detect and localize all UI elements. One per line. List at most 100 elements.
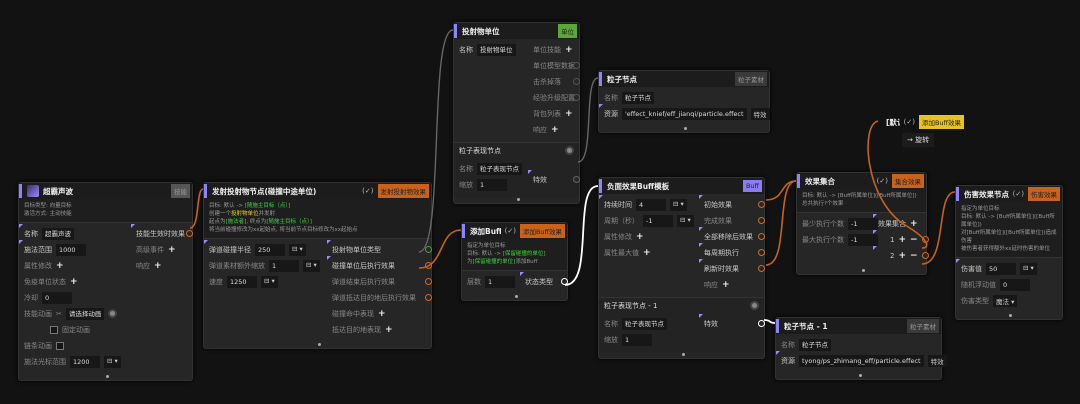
output-port[interactable] (573, 176, 580, 183)
value-input[interactable]: 250 (255, 243, 285, 256)
unit-dropdown[interactable]: ⊟ ▾ (289, 243, 306, 256)
output-port[interactable] (758, 265, 765, 272)
add-icon[interactable]: + (70, 277, 78, 286)
output-port[interactable] (921, 236, 929, 243)
output-port[interactable] (425, 246, 432, 253)
remove-icon[interactable]: − (910, 251, 918, 260)
node-h[interactable]: 效果集合 (✓) 集合效果 目标: 默认 -> [Buff所属单位]([Buff所属单… (796, 172, 929, 275)
node-header[interactable]: 负面效果Buff模板 Buff (599, 178, 764, 194)
node-header[interactable]: 效果集合 (✓) 集合效果 (797, 173, 926, 189)
node-resize-handle[interactable] (204, 342, 431, 348)
node-resize-handle[interactable] (776, 373, 941, 379)
enabled-check[interactable]: (✓) (505, 227, 516, 235)
output-port[interactable] (758, 217, 765, 224)
node-e[interactable]: 添加Buff节点 (✓)添加Buff效果指定为单位目标目标: 默认 -> [保留碰… (461, 222, 568, 301)
node-resize-handle[interactable] (599, 352, 764, 358)
value-input[interactable]: -1 (643, 214, 673, 227)
enabled-check[interactable]: (✓) (877, 177, 888, 185)
value-input[interactable]: 超霸声波 (42, 227, 74, 240)
add-icon[interactable]: + (565, 45, 573, 54)
select-animation-button[interactable]: 请选择动画 (65, 307, 105, 320)
node-g[interactable]: 粒子节点 - 1 粒子素材 名称 粒子节点 资源 tyong/ps_zhimang_eff… (775, 317, 947, 380)
value-input[interactable]: 50 (986, 262, 1016, 275)
checkbox[interactable] (56, 341, 64, 350)
value-input[interactable]: 1 (622, 333, 652, 346)
output-port[interactable] (758, 249, 765, 256)
output-port[interactable] (758, 320, 765, 327)
value-input[interactable]: 粒子表现节点 (622, 317, 667, 330)
add-icon[interactable]: + (898, 251, 906, 260)
unit-dropdown[interactable]: ⊟ ▾ (1020, 262, 1037, 275)
value-input[interactable]: 'effect_knief/eff_jianqi/particle.effect (622, 107, 747, 120)
node-header[interactable]: 投射物单位 单位 (454, 23, 579, 39)
add-icon[interactable]: + (643, 248, 651, 257)
node-d[interactable]: 粒子节点 粒子素材 名称 粒子节点 资源'effect_knief/eff_jianqi… (598, 70, 770, 133)
node-b[interactable]: 发射投射物节点(碰撞中途单位) (✓) 发射投射物效果 目标: 默认 -> [随施主目… (203, 182, 432, 349)
output-port[interactable] (425, 294, 432, 301)
node-header[interactable]: [默认]... (✓)添加Buff效果 (878, 114, 966, 130)
add-icon[interactable]: + (910, 219, 918, 228)
damage-type-select[interactable]: 魔法 ▾ (993, 294, 1018, 307)
node-resize-handle[interactable] (599, 126, 769, 132)
value-input[interactable]: 1000 (56, 243, 86, 256)
value-input[interactable]: 粒子节点 (799, 338, 831, 351)
output-port[interactable] (921, 252, 929, 259)
rotate-button[interactable]: → 旋转 (902, 133, 935, 147)
enabled-check[interactable]: (✓) (1013, 190, 1024, 198)
add-icon[interactable]: + (385, 325, 393, 334)
value-input[interactable]: 1 (477, 178, 507, 191)
value-input[interactable]: 粒子节点 (622, 91, 654, 104)
value-input[interactable]: 投射物单位 (477, 43, 516, 56)
add-icon[interactable]: + (154, 261, 162, 270)
node-c[interactable]: 投射物单位 单位 名称 投射物单位 单位技能 + 单位模型数据 击杀掉落 经验升级配置 背包列表 +… (453, 22, 580, 204)
node-f[interactable]: 负面效果Buff模板 Buff 持续时间 4 ⊟ ▾ 周期（秒） -1 ⊟ ▾ 属性修改 + 属性最… (598, 177, 765, 359)
add-icon[interactable]: + (565, 109, 573, 118)
add-icon[interactable]: + (636, 232, 644, 241)
node-i[interactable]: 伤害效果节点 (✓) 伤害效果 指定为单位目标 目标: 默认 -> [Buff所属单位]… (955, 185, 1063, 320)
sub-node-toggle[interactable] (565, 146, 574, 155)
effect-type-button[interactable]: 特效 (750, 107, 770, 120)
output-port[interactable] (573, 78, 580, 85)
output-port[interactable] (573, 62, 580, 69)
node-header[interactable]: 伤害效果节点 (✓) 伤害效果 (956, 186, 1062, 202)
value-input[interactable]: 1250 (227, 275, 257, 288)
value-input[interactable]: 1200 (70, 355, 100, 368)
node-resize-handle[interactable] (19, 374, 192, 380)
output-port[interactable] (758, 233, 765, 240)
node-header[interactable]: 发射投射物节点(碰撞中途单位) (✓) 发射投射物效果 (204, 183, 431, 199)
node-header[interactable]: 粒子节点 - 1 粒子素材 (776, 318, 941, 334)
add-icon[interactable]: + (898, 235, 906, 244)
enabled-check[interactable]: (✓) (362, 187, 373, 195)
animation-preview-icon[interactable] (108, 309, 118, 318)
value-input[interactable]: 0 (42, 291, 72, 304)
node-j[interactable]: [默认]... (✓)添加Buff效果 → 旋转 (878, 114, 966, 147)
unit-dropdown[interactable]: ⊟ ▾ (261, 275, 278, 288)
value-input[interactable]: 粒子表现节点 (477, 162, 522, 175)
node-header[interactable]: 超霸声波 技能 (19, 183, 192, 199)
value-input[interactable]: -1 (848, 217, 878, 230)
value-input[interactable]: -1 (848, 233, 878, 246)
node-header[interactable]: 粒子节点 粒子素材 (599, 71, 769, 87)
add-icon[interactable]: + (722, 280, 730, 289)
add-icon[interactable]: + (551, 125, 559, 134)
unit-dropdown[interactable]: ⊟ ▾ (303, 259, 320, 272)
add-icon[interactable]: + (378, 309, 386, 318)
add-icon[interactable]: + (168, 245, 176, 254)
node-resize-handle[interactable] (462, 294, 567, 300)
node-resize-handle[interactable] (797, 268, 926, 274)
output-port[interactable] (561, 278, 568, 285)
effect-type-button[interactable]: 特效 (927, 354, 947, 367)
unit-dropdown[interactable]: ⊟ ▾ (670, 198, 687, 211)
unit-dropdown[interactable]: ⊟ ▾ (677, 214, 694, 227)
value-input[interactable]: 0 (1000, 278, 1030, 291)
output-port[interactable] (186, 230, 193, 237)
enabled-check[interactable]: (✓) (904, 118, 915, 126)
checkbox[interactable] (50, 325, 58, 334)
value-input[interactable]: 4 (636, 198, 666, 211)
output-port[interactable] (573, 94, 580, 101)
node-resize-handle[interactable] (956, 313, 1062, 319)
output-port[interactable] (758, 201, 765, 208)
remove-icon[interactable]: − (910, 235, 918, 244)
node-a[interactable]: 超霸声波 技能 目标类型: 向量目标 激活方式: 主动技能 名称 超霸声波 施法范围 1000… (18, 182, 193, 381)
value-input[interactable]: 1 (269, 259, 299, 272)
